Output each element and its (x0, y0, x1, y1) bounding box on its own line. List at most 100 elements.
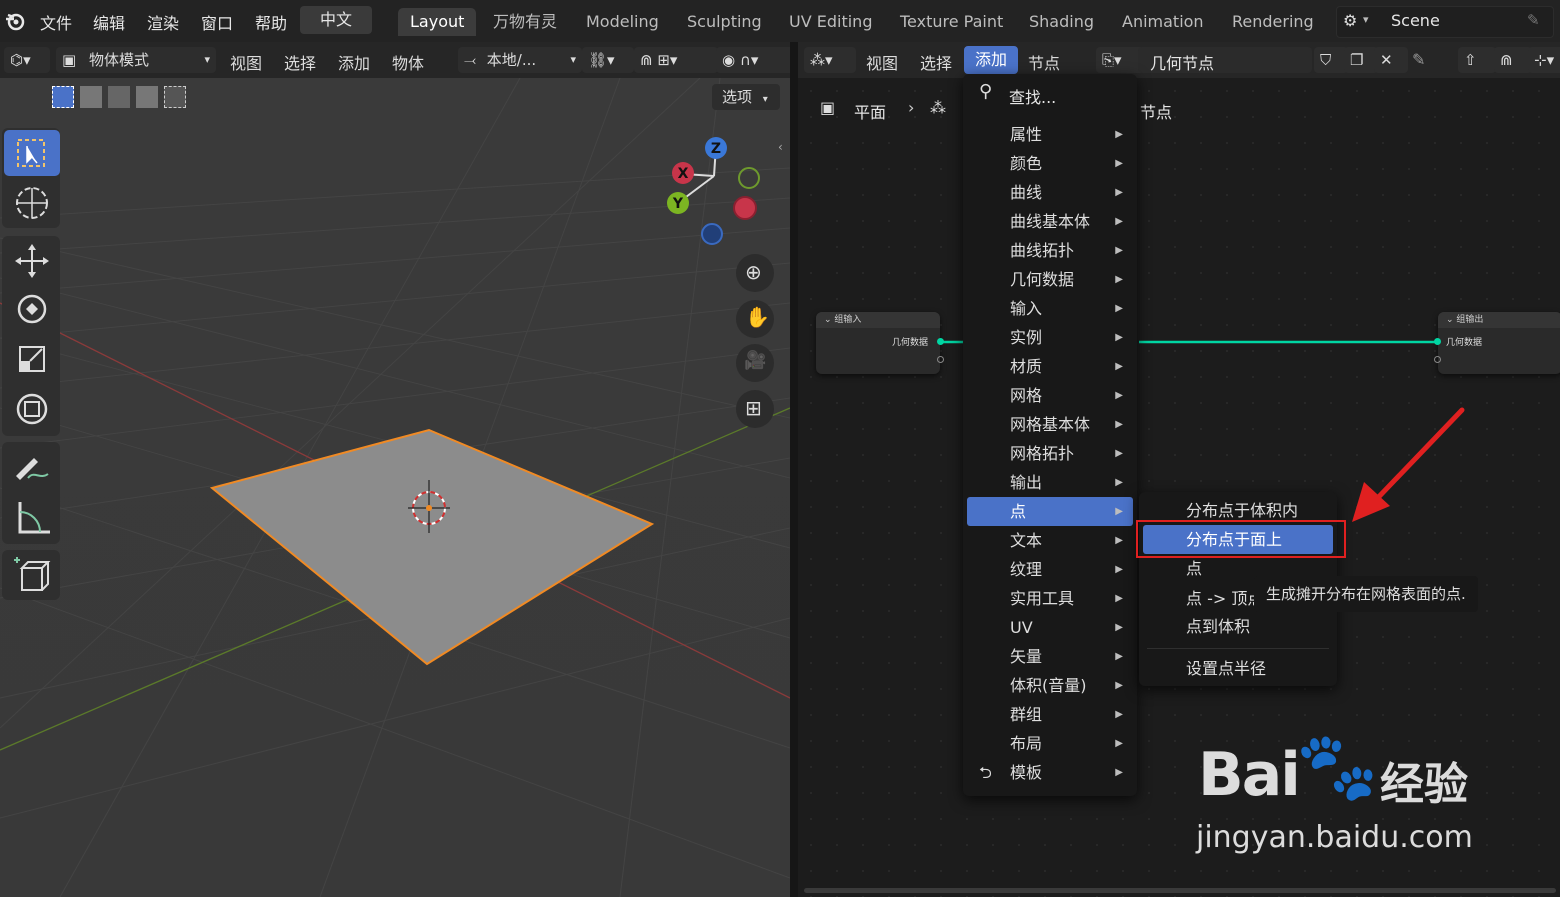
vp-menu-object[interactable]: 物体 (392, 50, 424, 74)
tab-shading[interactable]: Shading (1017, 8, 1106, 36)
add-menu-item[interactable]: 材质 ▶ (967, 352, 1133, 381)
ne-menu-select[interactable]: 选择 (920, 50, 952, 74)
add-menu-item[interactable]: 文本 ▶ (967, 526, 1133, 555)
perspective-toggle-button[interactable]: ⊞ (736, 390, 774, 428)
duplicate-button[interactable]: ❐ (1344, 47, 1378, 73)
add-menu-item[interactable]: 输出 ▶ (967, 468, 1133, 497)
3d-viewport[interactable]: 选项 ▾ ‹ Z X Y ⊕ ✋ 🎥 ⊞ (0, 78, 790, 897)
add-cube-tool[interactable] (4, 552, 60, 598)
add-menu-item[interactable]: 实例 ▶ (967, 323, 1133, 352)
add-menu-item[interactable]: 曲线 ▶ (967, 178, 1133, 207)
options-button[interactable]: 选项 ▾ (712, 84, 780, 110)
collapse-sidebar-icon[interactable]: ‹ (778, 140, 783, 154)
parent-node-tree-button[interactable]: ⇧ (1458, 47, 1496, 73)
transform-tool[interactable] (4, 386, 60, 432)
add-menu-item[interactable]: 曲线拓扑 ▶ (967, 236, 1133, 265)
group-output-node[interactable]: ⌄ 组输出 几何数据 (1434, 312, 1560, 374)
measure-tool[interactable] (4, 494, 60, 540)
scene-name[interactable]: Scene (1391, 11, 1440, 30)
menu-file[interactable]: 文件 (40, 10, 72, 34)
scene-selector[interactable]: ⚙ ▾ Scene ✎ (1336, 6, 1554, 38)
ne-menu-view[interactable]: 视图 (866, 50, 898, 74)
tab-animation[interactable]: Animation (1110, 8, 1216, 36)
add-menu-item[interactable]: 纹理 ▶ (967, 555, 1133, 584)
add-menu-item[interactable]: 网格 ▶ (967, 381, 1133, 410)
node-snap-button[interactable]: ⋒ (1494, 47, 1532, 73)
empty-input-socket[interactable] (1434, 356, 1441, 363)
pin-icon[interactable]: ✎ (1527, 11, 1540, 29)
node-snap-mode-button[interactable]: ⊹▾ (1528, 47, 1560, 73)
menu-search[interactable]: ⚲ 查找... (963, 78, 1137, 110)
fake-user-button[interactable]: ⛉ (1314, 47, 1348, 73)
mode-selector[interactable]: ▣ 物体模式 ▾ (56, 47, 216, 73)
menu-help[interactable]: 帮助 (255, 10, 287, 34)
add-menu-item[interactable]: 点 ▶ (967, 497, 1133, 526)
tab-uv-editing[interactable]: UV Editing (777, 8, 884, 36)
add-menu-item[interactable]: 几何数据 ▶ (967, 265, 1133, 294)
add-menu-item[interactable]: 模板 ▶ ⮌ (967, 758, 1133, 787)
move-tool[interactable] (4, 238, 60, 284)
add-menu-item[interactable]: 属性 ▶ (967, 120, 1133, 149)
add-menu-item[interactable]: 曲线基本体 ▶ (967, 207, 1133, 236)
blender-logo-icon[interactable] (4, 10, 26, 32)
pivot-point-button[interactable]: ⛓▾ (582, 47, 634, 73)
zoom-button[interactable]: ⊕ (736, 254, 774, 292)
node-editor-type-button[interactable]: ⁂▾ (804, 47, 856, 73)
camera-view-button[interactable]: 🎥 (736, 344, 774, 382)
node-tree-name-field[interactable]: 几何节点 (1138, 47, 1312, 73)
vp-menu-select[interactable]: 选择 (284, 50, 316, 74)
add-menu-item[interactable]: 群组 ▶ (967, 700, 1133, 729)
area-divider[interactable] (790, 42, 798, 897)
select-new-icon[interactable] (52, 86, 74, 108)
cursor-tool[interactable] (4, 180, 60, 226)
add-menu-item[interactable]: 布局 ▶ (967, 729, 1133, 758)
add-menu-item[interactable]: 网格拓扑 ▶ (967, 439, 1133, 468)
add-menu-item[interactable]: 矢量 ▶ (967, 642, 1133, 671)
select-intersect-icon[interactable] (164, 86, 186, 108)
points-submenu-item[interactable]: 点到体积 (1143, 612, 1333, 641)
tab-rendering[interactable]: Rendering (1220, 8, 1326, 36)
geometry-input-socket[interactable] (1434, 338, 1441, 345)
pin-icon[interactable]: ✎ (1412, 50, 1425, 69)
add-menu-item[interactable]: 输入 ▶ (967, 294, 1133, 323)
geometry-output-socket[interactable] (937, 338, 944, 345)
ne-menu-add[interactable]: 添加 (964, 46, 1019, 74)
menu-render[interactable]: 渲染 (147, 10, 179, 34)
snap-button[interactable]: ⋒ ⊞▾ (634, 47, 718, 73)
scale-tool[interactable] (4, 336, 60, 382)
annotate-tool[interactable] (4, 444, 60, 490)
editor-type-button[interactable]: ⌬▾ (4, 47, 50, 73)
add-menu-item[interactable]: 网格基本体 ▶ (967, 410, 1133, 439)
vp-menu-add[interactable]: 添加 (338, 50, 370, 74)
neg-x-axis-handle[interactable] (733, 196, 757, 220)
add-menu-item[interactable]: UV ▶ (967, 613, 1133, 642)
select-box-tool[interactable] (4, 130, 60, 176)
pan-button[interactable]: ✋ (736, 300, 774, 338)
select-invert-icon[interactable] (136, 86, 158, 108)
ne-menu-node[interactable]: 节点 (1028, 50, 1060, 74)
add-menu-item[interactable]: 实用工具 ▶ (967, 584, 1133, 613)
add-menu-item[interactable]: 颜色 ▶ (967, 149, 1133, 178)
unlink-button[interactable]: ✕ (1374, 47, 1408, 73)
scrollbar[interactable] (804, 888, 1556, 893)
tab-layout[interactable]: Layout (398, 8, 477, 36)
proportional-edit-button[interactable]: ◉ ∩▾ (716, 47, 798, 73)
add-menu-item[interactable]: 体积(音量) ▶ (967, 671, 1133, 700)
empty-output-socket[interactable] (937, 356, 944, 363)
tab-wanwu[interactable]: 万物有灵 (481, 8, 569, 36)
tab-modeling[interactable]: Modeling (574, 8, 671, 36)
navigation-gizmo[interactable]: Z X Y (650, 128, 770, 258)
rotate-tool[interactable] (4, 286, 60, 332)
tab-texture-paint[interactable]: Texture Paint (888, 8, 1015, 36)
neg-y-axis-handle[interactable] (738, 167, 760, 189)
select-extend-icon[interactable] (80, 86, 102, 108)
transform-orientation-selector[interactable]: ⤙ 本地/... ▾ (458, 47, 582, 73)
tab-sculpting[interactable]: Sculpting (675, 8, 774, 36)
vp-menu-view[interactable]: 视图 (230, 50, 262, 74)
points-submenu-item[interactable]: 设置点半径 (1143, 654, 1333, 683)
language-button[interactable]: 中文 (300, 6, 372, 34)
menu-window[interactable]: 窗口 (201, 10, 233, 34)
neg-z-axis-handle[interactable] (701, 223, 723, 245)
select-subtract-icon[interactable] (108, 86, 130, 108)
group-input-node[interactable]: ⌄ 组输入 几何数据 (816, 312, 944, 374)
